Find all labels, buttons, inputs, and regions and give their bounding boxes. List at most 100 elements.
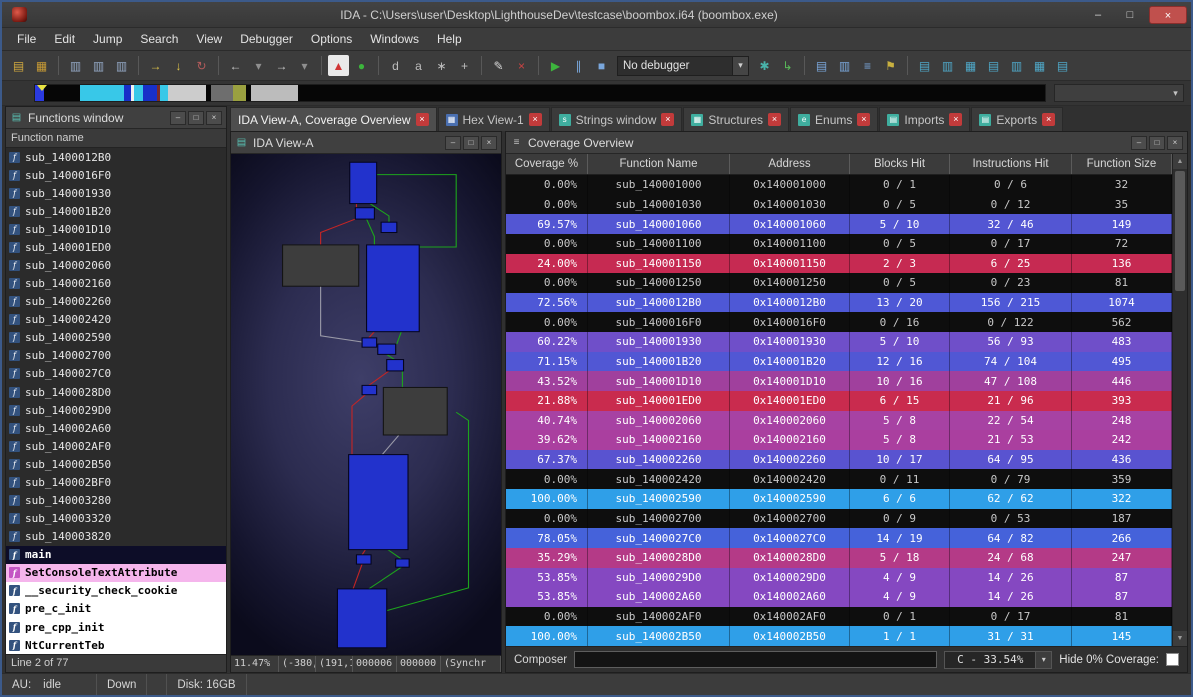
basic-block-node[interactable] (361, 384, 378, 396)
open-file-icon[interactable]: ▤ (8, 55, 29, 76)
make-data-icon[interactable]: d (385, 55, 406, 76)
coverage-row[interactable]: 100.00% sub_140002B50 0x140002B50 1 / 1 31 /… (506, 626, 1172, 646)
scrollbar-track[interactable] (1173, 291, 1187, 631)
basic-block-node[interactable] (349, 161, 378, 205)
function-row[interactable]: f NtCurrentTeb (6, 636, 226, 654)
jump-immediate-icon[interactable]: → (145, 55, 166, 76)
stack-window-icon[interactable]: ≡ (857, 55, 878, 76)
basic-block-node[interactable] (395, 558, 410, 568)
function-row[interactable]: f sub_140001ED0 (6, 238, 226, 256)
menu-item-windows[interactable]: Windows (361, 30, 428, 48)
open-segments-window-icon[interactable]: ▤ (983, 55, 1004, 76)
debug-pause-icon[interactable]: ∥ (568, 55, 589, 76)
basic-block-node[interactable] (348, 454, 409, 551)
function-row[interactable]: f sub_1400028D0 (6, 383, 226, 401)
coverage-row[interactable]: 78.05% sub_1400027C0 0x1400027C0 14 / 19 64 … (506, 528, 1172, 548)
function-row[interactable]: f sub_140002AF0 (6, 437, 226, 455)
basic-block-node[interactable] (386, 359, 405, 372)
function-row[interactable]: f sub_140003280 (6, 491, 226, 509)
coverage-row[interactable]: 0.00% sub_140001000 0x140001000 0 / 10 / 63… (506, 175, 1172, 195)
coverage-row[interactable]: 67.37% sub_140002260 0x140002260 10 / 17 64 … (506, 449, 1172, 470)
hide-coverage-checkbox[interactable] (1166, 653, 1179, 666)
coverage-row[interactable]: 35.29% sub_1400028D0 0x1400028D0 5 / 18 24 /… (506, 547, 1172, 568)
tab-close-icon[interactable]: × (528, 113, 542, 126)
coverage-row[interactable]: 71.15% sub_140001B20 0x140001B20 12 / 16 74 … (506, 351, 1172, 372)
tab-ida-view-a-coverage-overview[interactable]: IDA View-A, Coverage Overview × (230, 107, 437, 131)
maximize-button[interactable]: □ (1149, 135, 1165, 150)
function-name-column-header[interactable]: Function name (6, 129, 226, 148)
composer-input[interactable] (574, 651, 938, 668)
open-imports-window-icon[interactable]: ▥ (1006, 55, 1027, 76)
column-header-function-name[interactable]: Function Name (588, 154, 730, 174)
scroll-down-icon[interactable]: ▼ (1173, 631, 1187, 646)
coverage-row[interactable]: 0.00% sub_140002AF0 0x140002AF0 0 / 10 / 17… (506, 606, 1172, 627)
column-header-address[interactable]: Address (730, 154, 850, 174)
menu-item-options[interactable]: Options (302, 30, 361, 48)
close-button[interactable]: × (1149, 5, 1187, 24)
column-header-function-size[interactable]: Function Size (1072, 154, 1172, 174)
jump-segment-icon[interactable]: ▥ (65, 55, 86, 76)
open-names-window-icon[interactable]: ▥ (937, 55, 958, 76)
debug-stop-icon[interactable]: ■ (591, 55, 612, 76)
navigate-back-icon[interactable]: ← (225, 55, 246, 76)
tab-exports[interactable]: ▤ Exports × (971, 107, 1064, 131)
jump-address-icon[interactable]: ↓ (168, 55, 189, 76)
coverage-row[interactable]: 0.00% sub_140001250 0x140001250 0 / 50 / 23… (506, 273, 1172, 293)
coverage-row[interactable]: 24.00% sub_140001150 0x140001150 2 / 36 / 2… (506, 253, 1172, 274)
basic-block-node[interactable] (361, 337, 378, 348)
column-header-blocks-hit[interactable]: Blocks Hit (850, 154, 950, 174)
coverage-row[interactable]: 72.56% sub_1400012B0 0x1400012B0 13 / 20 156… (506, 292, 1172, 313)
tab-close-icon[interactable]: × (857, 113, 871, 126)
basic-block-node[interactable] (382, 386, 448, 436)
scrollbar-thumb[interactable] (1175, 171, 1185, 291)
debug-step-icon[interactable]: ↳ (777, 55, 798, 76)
forward-history-chevron-icon[interactable]: ▾ (294, 55, 315, 76)
coverage-row[interactable]: 60.22% sub_140001930 0x140001930 5 / 10 56 /… (506, 332, 1172, 352)
close-button[interactable]: × (206, 110, 222, 125)
open-strings-window-icon[interactable]: ▦ (960, 55, 981, 76)
refresh-icon[interactable]: ↻ (191, 55, 212, 76)
analysis-running-icon[interactable]: ● (351, 55, 372, 76)
edit-icon[interactable]: ✎ (488, 55, 509, 76)
tab-close-icon[interactable]: × (1042, 113, 1056, 126)
coverage-scrollbar[interactable]: ▲ ▼ (1172, 154, 1187, 646)
coverage-row[interactable]: 43.52% sub_140001D10 0x140001D10 10 / 16 47 … (506, 371, 1172, 391)
coverage-row[interactable]: 0.00% sub_140002700 0x140002700 0 / 90 / 53… (506, 508, 1172, 529)
function-row[interactable]: f sub_140002A60 (6, 419, 226, 437)
coverage-row[interactable]: 53.85% sub_140002A60 0x140002A60 4 / 9 14 / … (506, 587, 1172, 607)
chevron-down-icon[interactable]: ▾ (1036, 650, 1053, 669)
jump-functions-icon[interactable]: ▥ (111, 55, 132, 76)
function-row[interactable]: f sub_140003320 (6, 510, 226, 528)
tab-close-icon[interactable]: × (768, 113, 782, 126)
coverage-row[interactable]: 53.85% sub_1400029D0 0x1400029D0 4 / 9 14 / … (506, 567, 1172, 588)
minimize-button[interactable]: – (1085, 6, 1111, 24)
coverage-row[interactable]: 0.00% sub_140001030 0x140001030 0 / 50 / 12… (506, 194, 1172, 215)
basic-block-node[interactable] (354, 207, 375, 220)
tab-close-icon[interactable]: × (415, 113, 429, 126)
minimize-button[interactable]: – (170, 110, 186, 125)
function-row[interactable]: f sub_140003820 (6, 528, 226, 546)
make-array-icon[interactable]: ∗ (431, 55, 452, 76)
title-bar[interactable]: IDA - C:\Users\user\Desktop\LighthouseDe… (2, 2, 1191, 28)
function-row[interactable]: f sub_140001D10 (6, 220, 226, 238)
basic-block-node[interactable] (336, 588, 388, 649)
tab-structures[interactable]: ▦ Structures × (683, 107, 790, 131)
breakpoints-window-icon[interactable]: ▤ (811, 55, 832, 76)
coverage-row[interactable]: 21.88% sub_140001ED0 0x140001ED0 6 / 15 21 /… (506, 390, 1172, 411)
function-row[interactable]: f sub_1400029D0 (6, 401, 226, 419)
graph-view[interactable] (231, 154, 501, 655)
basic-block-node[interactable] (380, 221, 398, 234)
flag-icon[interactable]: ⚑ (880, 55, 901, 76)
debugger-selector[interactable]: No debugger ▾ (617, 55, 749, 76)
tab-enums[interactable]: e Enums × (790, 107, 879, 131)
function-row[interactable]: f sub_1400012B0 (6, 148, 226, 166)
column-header-coverage[interactable]: Coverage % (506, 154, 588, 174)
function-row[interactable]: f pre_cpp_init (6, 618, 226, 637)
function-row[interactable]: f sub_140002BF0 (6, 473, 226, 491)
function-row[interactable]: f __security_check_cookie (6, 581, 226, 600)
coverage-row[interactable]: 0.00% sub_140001100 0x140001100 0 / 50 / 17… (506, 233, 1172, 254)
add-struct-icon[interactable]: + (454, 55, 475, 76)
basic-block-node[interactable] (355, 554, 372, 565)
menu-item-view[interactable]: View (187, 30, 231, 48)
jump-names-icon[interactable]: ▥ (88, 55, 109, 76)
